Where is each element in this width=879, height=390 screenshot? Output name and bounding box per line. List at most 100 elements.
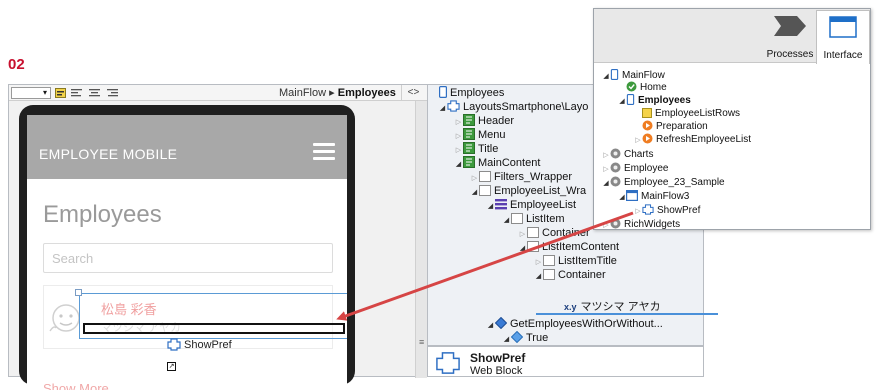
orange-action-icon [642, 120, 653, 131]
tree-item-listitem[interactable]: ◢ ListItem [502, 212, 565, 226]
tree-item-employees[interactable]: Employees [430, 86, 504, 100]
tree-expander[interactable]: ▷ [634, 134, 642, 147]
module-icon [610, 162, 621, 173]
tree-expander[interactable]: ▷ [634, 205, 642, 218]
panel-item-label: RichWidgets [624, 219, 681, 230]
tree-expander[interactable]: ◢ [438, 102, 447, 116]
tree-item-employeelist-wrapper[interactable]: ◢ EmployeeList_Wra [470, 184, 586, 198]
tree-expander[interactable]: ▷ [602, 149, 610, 162]
tree-expander[interactable]: ◢ [502, 214, 511, 228]
if-icon [495, 317, 507, 329]
panel-item-employeelistrows[interactable]: EmployeeListRows [634, 107, 740, 120]
tree-expander[interactable]: ◢ [618, 95, 626, 108]
tree-item-employeelist[interactable]: ◢ EmployeeList [486, 198, 576, 212]
panel-item-employee-23-sample[interactable]: ◢ Employee_23_Sample [602, 176, 725, 189]
tree-expander[interactable]: ▷ [602, 219, 610, 229]
tree-expander[interactable]: ◢ [454, 158, 463, 172]
tree-item-container-2[interactable]: ◢ Container [534, 268, 606, 282]
tree-expander[interactable]: ◢ [470, 186, 479, 200]
align-center-icon[interactable] [89, 88, 100, 98]
container-icon [527, 227, 539, 238]
container-icon [543, 255, 555, 266]
selection-handle[interactable] [75, 289, 82, 296]
yellow-square-icon [642, 108, 652, 118]
tree-expander[interactable]: ◢ [486, 200, 495, 214]
panel-item-employee[interactable]: ▷ Employee [602, 162, 668, 175]
container-icon [527, 241, 539, 252]
tree-item-filters-wrapper[interactable]: ▷ Filters_Wrapper [470, 170, 572, 184]
scroll-grip-icon: ≡ [419, 337, 425, 347]
panel-tabs: Processes Interface [594, 9, 870, 64]
tree-expander[interactable]: ◢ [602, 177, 610, 190]
tab-label: Processes [766, 49, 814, 60]
hamburger-menu-icon[interactable] [313, 143, 335, 161]
phone-screen: EMPLOYEE MOBILE Employees Search 松島 彩香 マ… [27, 115, 347, 390]
expression-widget[interactable]: x.y マツシマ アヤカ [564, 298, 661, 314]
placeholder-icon [463, 142, 475, 154]
tab-processes[interactable]: Processes [762, 11, 818, 63]
tree-item-container[interactable]: ▷ Container [518, 226, 590, 240]
panel-item-home[interactable]: Home [618, 81, 667, 94]
tree-item-header[interactable]: ▷ Header [454, 114, 514, 128]
tree-item-listitemtitle[interactable]: ▷ ListItemTitle [534, 254, 617, 268]
placeholder-icon [463, 114, 475, 126]
breadcrumb: MainFlow ▸ Employees [279, 86, 396, 99]
align-right-icon[interactable] [107, 88, 118, 98]
search-input[interactable]: Search [43, 243, 333, 273]
dragged-webblock[interactable]: ShowPref [167, 338, 232, 351]
panel-item-preparation[interactable]: Preparation [634, 120, 708, 133]
tree-item-menu[interactable]: ▷ Menu [454, 128, 506, 142]
container-icon [479, 185, 491, 196]
panel-item-label: Charts [624, 149, 654, 160]
panel-item-label: RefreshEmployeeList [656, 134, 752, 145]
page-title: Employees [43, 201, 162, 228]
tree-expander[interactable]: ◢ [602, 70, 610, 83]
block-icon [447, 100, 460, 112]
tab-interface[interactable]: Interface [816, 10, 870, 64]
style-icon[interactable] [55, 88, 66, 98]
dragged-webblock-label: ShowPref [184, 339, 232, 351]
widget-dropdown[interactable]: ▾ [11, 87, 51, 99]
tree-item-title[interactable]: ▷ Title [454, 142, 498, 156]
webblock-icon [167, 338, 181, 351]
app-header: EMPLOYEE MOBILE [27, 115, 347, 179]
panel-item-label: Employees [638, 95, 691, 106]
tree-expander[interactable]: ◢ [534, 270, 543, 284]
elements-panel: Processes Interface ◢ MainFlow Home ◢ Empl… [593, 8, 871, 230]
drop-indicator [536, 313, 718, 315]
tree-item-listitemcontent[interactable]: ◢ ListItemContent [518, 240, 619, 254]
tree-expander[interactable]: ◢ [618, 191, 626, 204]
app-title: EMPLOYEE MOBILE [39, 146, 178, 162]
tree-item-layout[interactable]: ◢ LayoutsSmartphone\Layo [438, 100, 588, 114]
show-more-link[interactable]: Show More... [43, 381, 120, 390]
code-view-toggle[interactable]: <> [401, 85, 425, 101]
editor-scrollbar[interactable]: ≡ [415, 101, 427, 378]
tree-expander[interactable]: ◢ [518, 242, 527, 256]
tree-item-true[interactable]: ◢ True [502, 331, 548, 345]
panel-item-employees[interactable]: ◢ Employees [618, 94, 691, 107]
screen-icon [439, 86, 447, 98]
breadcrumb-screen: Employees [337, 87, 396, 99]
panel-item-charts[interactable]: ▷ Charts [602, 148, 653, 161]
panel-item-label: ShowPref [657, 205, 701, 216]
panel-item-refreshemployeelist[interactable]: ▷ RefreshEmployeeList [634, 133, 751, 146]
tree-item-label: Container [542, 227, 590, 239]
tree-expander[interactable]: ▷ [602, 163, 610, 176]
expression-icon: x.y [564, 302, 577, 312]
tree-expander[interactable]: ◢ [486, 319, 495, 333]
align-left-icon[interactable] [71, 88, 82, 98]
tree-item-if[interactable]: ◢ GetEmployeesWithOrWithout... [486, 317, 663, 331]
breadcrumb-flow[interactable]: MainFlow [279, 87, 326, 99]
panel-item-label: MainFlow [622, 70, 665, 81]
panel-item-richwidgets[interactable]: ▷ RichWidgets [602, 218, 681, 230]
panel-item-mainflow3[interactable]: ◢ MainFlow3 [618, 190, 689, 203]
orange-action-icon [642, 133, 653, 144]
editor-toolbar: ▾ MainFlow ▸ Employees <> [9, 85, 427, 101]
tree-expander[interactable]: ◢ [502, 333, 511, 345]
drop-target[interactable] [83, 323, 345, 334]
tree-item-label: Container [558, 269, 606, 281]
tree-item-label: EmployeeList [510, 199, 577, 211]
tree-item-maincontent[interactable]: ◢ MainContent [454, 156, 540, 170]
panel-item-showpref[interactable]: ▷ ShowPref [634, 204, 700, 217]
panel-item-label: MainFlow3 [641, 191, 690, 202]
